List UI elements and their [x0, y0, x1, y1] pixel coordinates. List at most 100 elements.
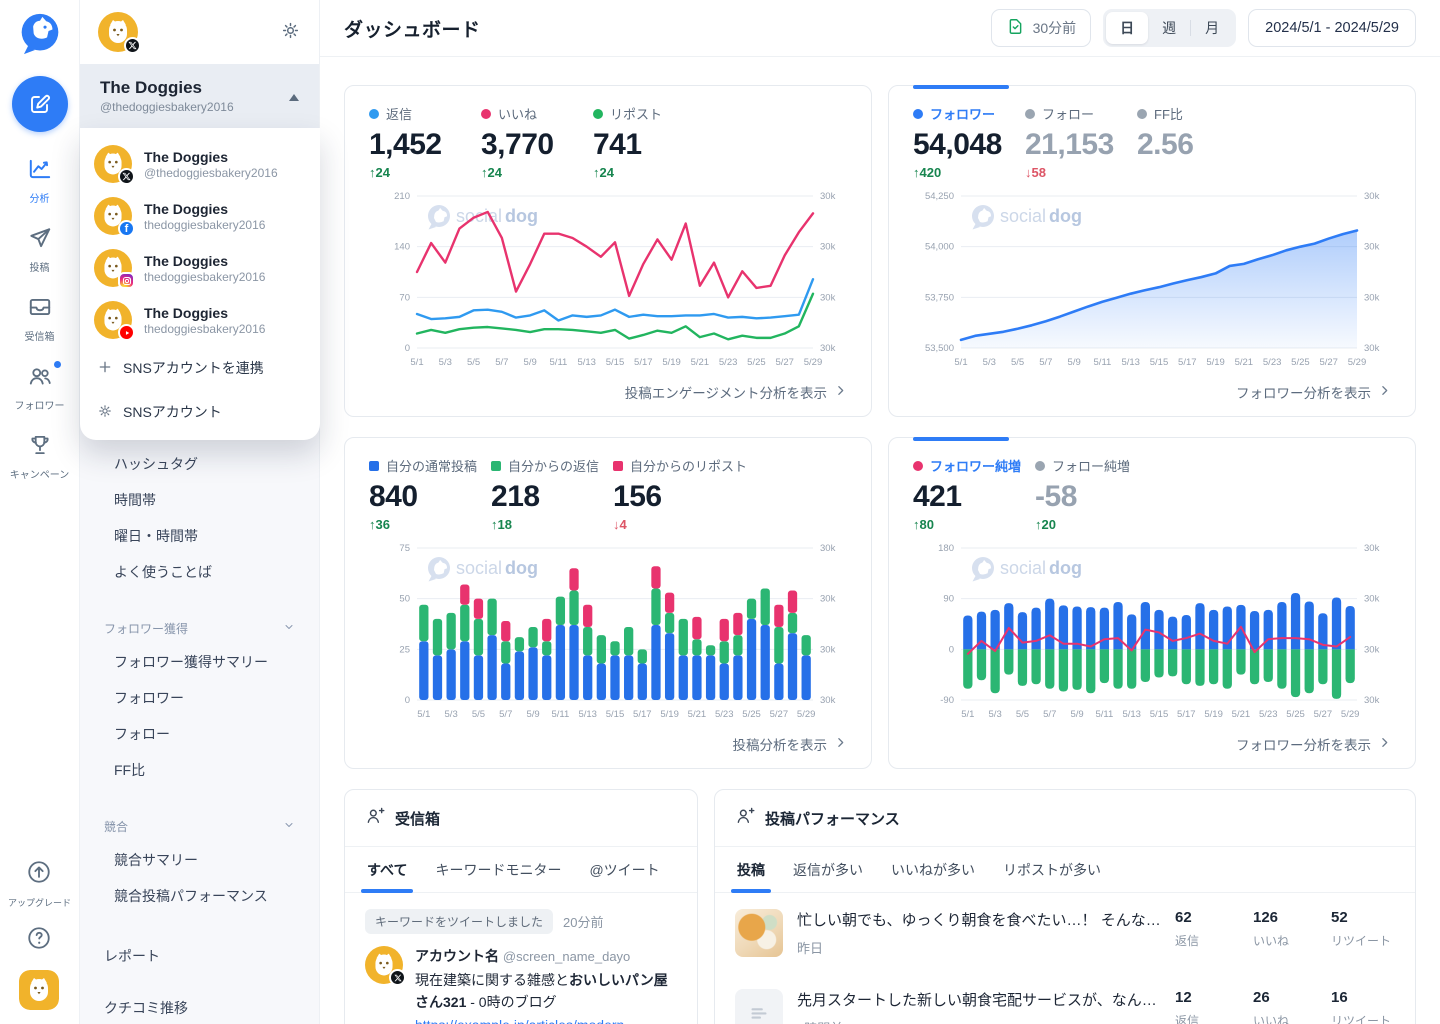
account-switcher-header[interactable]: The Doggies @thedoggiesbakery2016	[80, 64, 319, 128]
sidebar-menu-item[interactable]: FF比	[80, 752, 319, 788]
inbox-tweet[interactable]: アカウント名 @screen_name_dayo 現在建築に関する雑感とおいしい…	[365, 946, 677, 1024]
svg-text:5/25: 5/25	[742, 709, 761, 720]
metric-delta: ↑24	[369, 165, 467, 182]
svg-text:5/9: 5/9	[1068, 357, 1081, 368]
inbox-tab-1[interactable]: キーワードモニター	[435, 847, 561, 892]
account-list: The Doggies@thedoggiesbakery2016fThe Dog…	[80, 138, 320, 346]
metric-posts[interactable]: 自分からのリポスト156↓4	[613, 456, 761, 534]
metric-value: 1,452	[369, 128, 467, 162]
svg-text:5/27: 5/27	[1319, 357, 1338, 368]
period-tab-1[interactable]: 週	[1148, 12, 1190, 44]
sidebar-menu-item[interactable]: レポート	[80, 934, 319, 978]
svg-text:5/13: 5/13	[577, 357, 596, 368]
metric-followers[interactable]: フォロー21,153↓58	[1025, 104, 1137, 182]
account-option-x[interactable]: The Doggies@thedoggiesbakery2016	[80, 138, 320, 190]
rail-item-label: 分析	[30, 190, 50, 205]
sidebar-section-header[interactable]: 競合	[80, 810, 319, 842]
svg-text:30k: 30k	[820, 343, 836, 354]
metric-followers[interactable]: FF比2.56	[1137, 104, 1249, 182]
sidebar-menu-item[interactable]: 曜日・時間帯	[80, 518, 319, 554]
person-add-icon	[735, 806, 755, 830]
metric-posts[interactable]: 自分からの返信218↑18	[491, 456, 613, 534]
user-avatar[interactable]	[19, 970, 59, 1010]
svg-text:30k: 30k	[820, 644, 836, 655]
card-footer-link[interactable]: 投稿エンゲージメント分析を表示	[369, 374, 847, 416]
link-sns-account-button[interactable]: SNSアカウントを連携	[80, 346, 320, 390]
period-tab-0[interactable]: 日	[1106, 12, 1148, 44]
manage-sns-account-button[interactable]: SNSアカウント	[80, 390, 320, 434]
legend-dot	[491, 461, 501, 471]
metric-engagement[interactable]: リポスト741↑24	[593, 104, 705, 182]
svg-text:54,000: 54,000	[925, 241, 954, 252]
svg-text:5/23: 5/23	[1259, 709, 1278, 720]
rail-nav: 分析投稿受信箱フォロワーキャンペーン	[10, 156, 70, 501]
chevron-right-icon	[834, 736, 847, 752]
rail-item-posts[interactable]: 投稿	[10, 225, 70, 274]
card-footer-link[interactable]: フォロワー分析を表示	[913, 374, 1391, 416]
period-tab-2[interactable]: 月	[1191, 12, 1233, 44]
metric-value: 218	[491, 480, 599, 514]
upgrade-label: アップグレード	[8, 896, 71, 909]
metric-net[interactable]: フォロー純増-58↑20	[1035, 456, 1147, 534]
sidebar-menu-item[interactable]: フォロワー獲得サマリー	[80, 644, 319, 680]
metric-followers[interactable]: フォロワー54,048↑420	[913, 104, 1025, 182]
post-stat-label: 返信	[1175, 932, 1239, 949]
x-platform-badge	[118, 168, 135, 185]
sidebar-menu-item[interactable]: 競合投稿パフォーマンス	[80, 878, 319, 914]
metric-engagement[interactable]: 返信1,452↑24	[369, 104, 481, 182]
sidebar-menu-item[interactable]: フォロワー	[80, 680, 319, 716]
post-performance-row[interactable]: 忙しい朝でも、ゆっくり朝食を食べたい…！ そんな夢を…昨日62返信126いいね5…	[715, 893, 1415, 973]
card-footer-link[interactable]: 投稿分析を表示	[369, 726, 847, 768]
metric-engagement[interactable]: いいね3,770↑24	[481, 104, 593, 182]
account-avatar	[94, 145, 132, 183]
post-performance-row[interactable]: 先月スタートした新しい朝食宅配サービスが、なんと朝の…1時間前12返信26いいね…	[715, 973, 1415, 1024]
metric-posts[interactable]: 自分の通常投稿840↑36	[369, 456, 491, 534]
perf-tab-3[interactable]: リポストが多い	[1003, 847, 1101, 892]
help-button[interactable]	[26, 925, 52, 954]
metric-net[interactable]: フォロワー純増421↑80	[913, 456, 1035, 534]
account-option-facebook[interactable]: fThe Doggiesthedoggiesbakery2016	[80, 190, 320, 242]
svg-text:5/19: 5/19	[1206, 357, 1225, 368]
svg-text:30k: 30k	[820, 695, 836, 706]
sidebar-menu-item[interactable]: クチコミ推移	[80, 986, 319, 1024]
tweet-link[interactable]: https://example.jp/articles/modern	[415, 1017, 665, 1024]
inbox-tab-2[interactable]: @ツイート	[589, 847, 659, 892]
compose-button[interactable]	[12, 76, 68, 132]
plus-icon	[97, 359, 113, 378]
perf-tab-1[interactable]: 返信が多い	[793, 847, 863, 892]
perf-tab-0[interactable]: 投稿	[737, 847, 765, 892]
date-range-button[interactable]: 2024/5/1 - 2024/5/29	[1248, 9, 1416, 47]
metric-value: 2.56	[1137, 128, 1235, 162]
metric-label: フォロワー純増	[930, 456, 1021, 475]
sidebar-menu-item[interactable]: 時間帯	[80, 482, 319, 518]
rail-item-analytics[interactable]: 分析	[10, 156, 70, 205]
account-option-youtube[interactable]: The Doggiesthedoggiesbakery2016	[80, 294, 320, 346]
metric-delta: ↑24	[593, 165, 691, 182]
page-header: ダッシュボード 30分前 日週月 2024/5/1 - 2024/5/29	[320, 0, 1440, 57]
card-footer-link[interactable]: フォロワー分析を表示	[913, 726, 1391, 768]
perf-tab-2[interactable]: いいねが多い	[891, 847, 975, 892]
account-option-instagram[interactable]: The Doggiesthedoggiesbakery2016	[80, 242, 320, 294]
sidebar-section-header[interactable]: フォロワー獲得	[80, 612, 319, 644]
svg-text:5/15: 5/15	[1150, 709, 1169, 720]
rail-item-followers[interactable]: フォロワー	[10, 363, 70, 412]
sidebar-menu-item[interactable]: 競合サマリー	[80, 842, 319, 878]
inbox-tab-0[interactable]: すべて	[367, 847, 407, 892]
sidebar-menu-item[interactable]: よく使うことば	[80, 554, 319, 590]
posts-icon	[27, 225, 53, 254]
account-avatar[interactable]	[98, 12, 138, 52]
post-stat-value: 26	[1253, 989, 1317, 1006]
settings-gear-icon[interactable]	[280, 20, 301, 44]
svg-text:5/11: 5/11	[1095, 709, 1113, 720]
rail-item-campaign[interactable]: キャンペーン	[10, 432, 70, 481]
svg-text:5/3: 5/3	[439, 357, 452, 368]
svg-text:5/29: 5/29	[804, 357, 823, 368]
campaign-icon	[27, 432, 53, 461]
upgrade-button[interactable]: アップグレード	[8, 859, 71, 909]
svg-text:75: 75	[399, 543, 410, 554]
account-handle: @thedoggiesbakery2016	[100, 100, 234, 114]
refresh-button[interactable]: 30分前	[991, 9, 1092, 47]
sidebar-menu-item[interactable]: ハッシュタグ	[80, 446, 319, 482]
sidebar-menu-item[interactable]: フォロー	[80, 716, 319, 752]
rail-item-inbox[interactable]: 受信箱	[10, 294, 70, 343]
